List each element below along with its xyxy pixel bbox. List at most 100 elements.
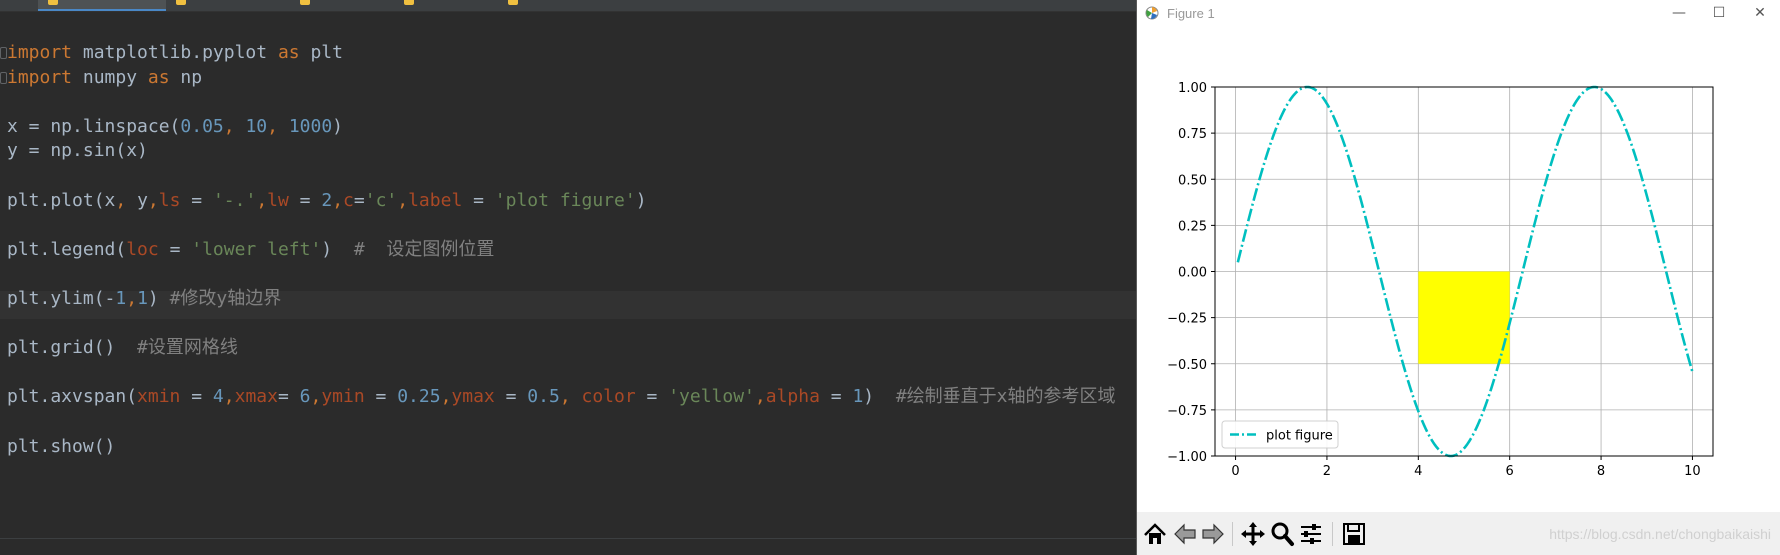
python-file-icon bbox=[508, 0, 518, 5]
code-token: import bbox=[7, 66, 83, 88]
code-token: plt.plot(x bbox=[7, 189, 116, 211]
code-token: label bbox=[408, 189, 463, 211]
code-token: 0.5 bbox=[527, 386, 560, 408]
code-token: ymax bbox=[451, 386, 495, 408]
code-token: as bbox=[277, 42, 311, 63]
code-token: , bbox=[310, 386, 322, 408]
code-token: , bbox=[126, 288, 138, 309]
y-tick-label: −0.50 bbox=[1167, 358, 1207, 373]
back-icon[interactable] bbox=[1171, 520, 1199, 548]
code-token: 0.05 bbox=[180, 115, 224, 137]
code-token: 4 bbox=[212, 386, 224, 408]
code-token: plt.axvspan( bbox=[7, 386, 138, 408]
forward-icon[interactable] bbox=[1199, 520, 1227, 548]
zoom-icon[interactable] bbox=[1268, 520, 1296, 548]
x-tick-label: 4 bbox=[1414, 464, 1422, 479]
python-file-icon bbox=[48, 0, 58, 5]
code-token: , bbox=[256, 189, 268, 211]
python-file-icon bbox=[176, 0, 186, 5]
code-token: = bbox=[277, 386, 300, 408]
code-token: = bbox=[494, 386, 528, 408]
code-token: 6 bbox=[299, 386, 311, 408]
fold-marker-icon[interactable] bbox=[0, 71, 7, 84]
y-tick-label: −0.75 bbox=[1167, 404, 1207, 419]
code-token: , bbox=[267, 115, 289, 137]
code-token: plt.show() bbox=[7, 435, 116, 457]
code-token: = bbox=[635, 386, 669, 408]
python-file-icon bbox=[404, 0, 414, 5]
code-token: # 设定图例位置 bbox=[353, 238, 495, 260]
title-bar[interactable]: Figure 1 — ☐ ✕ bbox=[1137, 0, 1780, 27]
code-line[interactable]: plt.show() bbox=[7, 433, 1127, 461]
code-token: numpy bbox=[82, 66, 148, 88]
code-token: #设置网格线 bbox=[137, 337, 238, 359]
fold-marker-icon[interactable] bbox=[0, 47, 7, 59]
editor-tab[interactable] bbox=[0, 0, 38, 11]
code-token: ) bbox=[321, 238, 354, 260]
code-editor[interactable]: import matplotlib.pyplot as plt import nu… bbox=[0, 0, 1136, 555]
code-token: y bbox=[137, 189, 148, 211]
code-token: , bbox=[559, 386, 582, 408]
x-tick-label: 0 bbox=[1231, 464, 1239, 479]
code-token: = bbox=[180, 386, 213, 408]
code-token: , bbox=[223, 115, 246, 137]
code-token: , bbox=[332, 189, 344, 211]
code-token: plt bbox=[310, 42, 343, 63]
code-token: lw bbox=[267, 189, 289, 211]
axvspan-region bbox=[1418, 271, 1510, 364]
code-token: loc bbox=[126, 238, 159, 260]
code-token: as bbox=[147, 66, 181, 88]
minimize-button[interactable]: — bbox=[1662, 3, 1696, 23]
python-file-icon bbox=[300, 0, 310, 5]
code-token: c bbox=[343, 189, 354, 211]
code-token: , bbox=[115, 189, 138, 211]
code-token: 'plot figure' bbox=[494, 189, 636, 211]
code-token: ls bbox=[158, 189, 181, 211]
x-tick-label: 2 bbox=[1323, 464, 1331, 479]
code-token: , bbox=[754, 386, 766, 408]
code-token: 10 bbox=[245, 115, 268, 137]
code-token: = bbox=[158, 238, 192, 260]
editor-tab[interactable] bbox=[290, 0, 394, 11]
code-token: 1 bbox=[852, 386, 864, 408]
code-token: plt.grid() bbox=[7, 337, 138, 359]
close-button[interactable]: ✕ bbox=[1743, 3, 1777, 23]
watermark-text: https://blog.csdn.net/chongbaikaishi bbox=[1549, 526, 1771, 542]
legend-label: plot figure bbox=[1266, 429, 1333, 444]
code-token: 'yellow' bbox=[668, 386, 755, 408]
home-icon[interactable] bbox=[1141, 520, 1169, 548]
code-token: x = np.linspace( bbox=[7, 115, 181, 137]
code-token: 2 bbox=[321, 189, 333, 211]
editor-tab-active[interactable] bbox=[38, 0, 166, 11]
y-tick-label: 0.00 bbox=[1178, 266, 1207, 281]
figure-canvas[interactable]: 0 2 4 6 8 10 −1.00 −0.75 −0.50 −0.25 0.00 0.25 0.50 0… bbox=[1137, 27, 1780, 512]
maximize-button[interactable]: ☐ bbox=[1702, 3, 1736, 23]
code-token: 0.25 bbox=[397, 386, 441, 408]
code-token: xmax bbox=[234, 386, 278, 408]
editor-tab[interactable] bbox=[498, 0, 602, 11]
y-tick-label: 1.00 bbox=[1178, 81, 1207, 96]
code-token: 'lower left' bbox=[191, 238, 322, 260]
y-tick-label: 0.50 bbox=[1178, 173, 1207, 188]
code-token: np bbox=[180, 66, 203, 88]
configure-subplots-icon[interactable] bbox=[1297, 520, 1325, 548]
figure-window: Figure 1 — ☐ ✕ 0 2 4 6 8 10 −1.00 −0.75 −0.50 −0.… bbox=[1136, 0, 1780, 555]
code-token: 'c' bbox=[364, 189, 398, 211]
code-token: #修改y轴边界 bbox=[169, 288, 282, 309]
toolbar-separator bbox=[1332, 522, 1333, 546]
window-title: Figure 1 bbox=[1167, 6, 1215, 21]
code-token: 1 bbox=[115, 288, 127, 309]
pan-icon[interactable] bbox=[1239, 520, 1267, 548]
editor-tab[interactable] bbox=[394, 0, 498, 11]
save-icon[interactable] bbox=[1340, 520, 1368, 548]
code-token: xmin bbox=[137, 386, 181, 408]
navigation-toolbar: https://blog.csdn.net/chongbaikaishi bbox=[1137, 512, 1780, 555]
code-token: = bbox=[819, 386, 853, 408]
code-token: = bbox=[180, 189, 213, 211]
code-token: ) bbox=[635, 189, 647, 211]
matplotlib-logo-icon bbox=[1145, 6, 1159, 20]
x-tick-label: 8 bbox=[1597, 464, 1605, 479]
code-token: ymin bbox=[321, 386, 365, 408]
editor-tab-bar bbox=[0, 0, 1136, 12]
editor-tab[interactable] bbox=[166, 0, 290, 11]
